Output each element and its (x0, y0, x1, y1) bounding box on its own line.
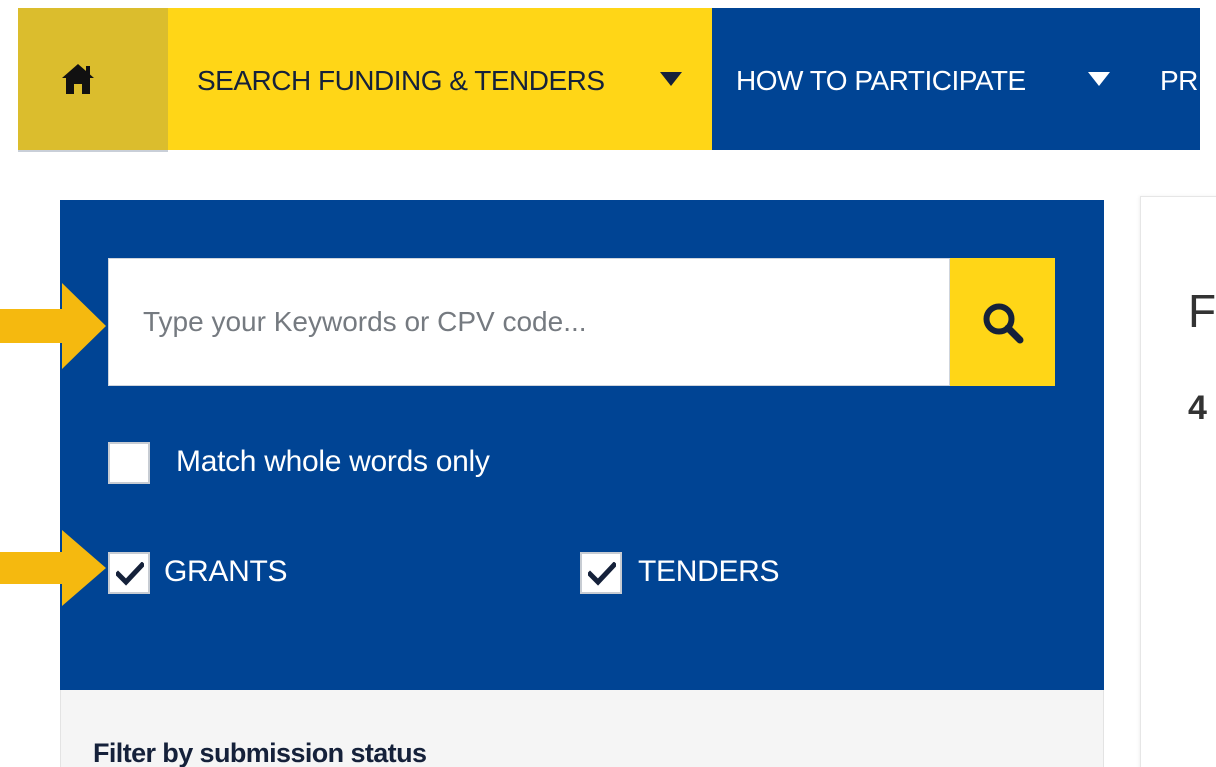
caret-down-icon[interactable] (660, 72, 682, 86)
match-whole-words-label[interactable]: Match whole words only (176, 444, 490, 480)
check-icon (116, 562, 144, 586)
match-whole-words-checkbox[interactable] (108, 442, 150, 484)
results-card (1140, 196, 1216, 767)
nav-tab-partial[interactable]: PR (1160, 64, 1198, 98)
filter-title: Filter by submission status (93, 738, 427, 767)
home-icon[interactable] (60, 62, 96, 96)
search-button[interactable] (950, 258, 1055, 386)
check-icon (588, 562, 616, 586)
results-heading: F (1188, 285, 1216, 337)
grants-checkbox[interactable] (108, 552, 150, 594)
arrow-right-icon (0, 530, 106, 606)
active-tab-underline (18, 150, 168, 152)
tenders-label[interactable]: TENDERS (638, 554, 780, 590)
tenders-checkbox[interactable] (580, 552, 622, 594)
search-icon (983, 303, 1024, 344)
arrow-right-icon (0, 283, 106, 369)
nav-tab-how-to-participate[interactable]: HOW TO PARTICIPATE (736, 64, 1026, 98)
search-box[interactable] (108, 258, 950, 386)
results-count: 4 (1188, 389, 1207, 427)
nav-tab-search-label[interactable]: SEARCH FUNDING & TENDERS (197, 64, 605, 98)
grants-label[interactable]: GRANTS (164, 554, 288, 590)
caret-down-icon[interactable] (1088, 72, 1110, 86)
search-input[interactable] (109, 259, 949, 385)
